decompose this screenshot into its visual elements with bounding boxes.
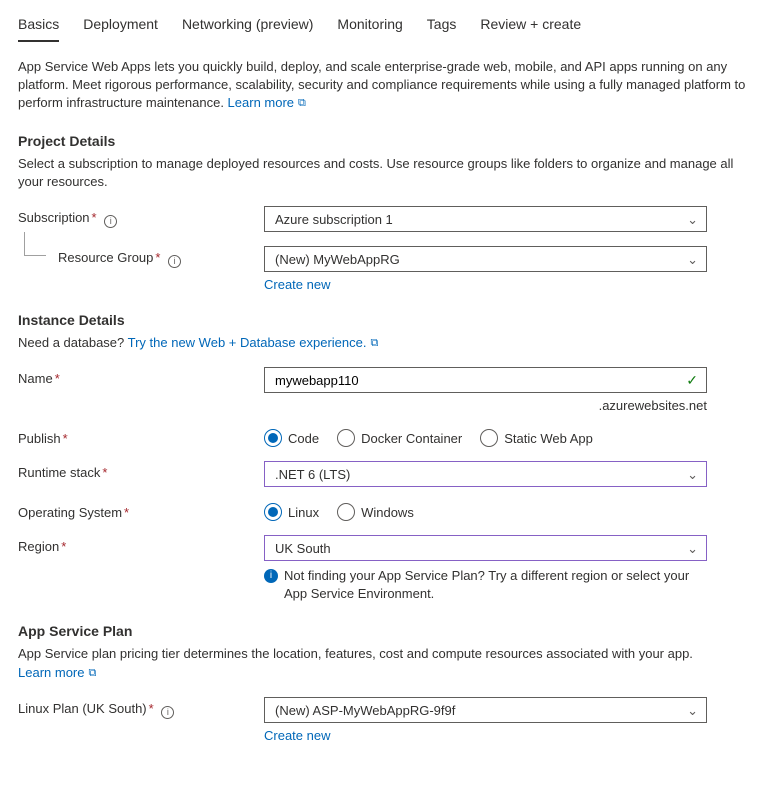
chevron-down-icon: ⌄ [687, 542, 698, 555]
region-select[interactable]: UK South ⌄ [264, 535, 707, 561]
subscription-label: Subscription* i [18, 206, 264, 226]
create-new-rg-link[interactable]: Create new [264, 277, 330, 292]
external-link-icon: ⧉ [298, 98, 306, 109]
external-link-icon: ⧉ [88, 668, 96, 679]
create-new-plan-link[interactable]: Create new [264, 728, 330, 743]
publish-label: Publish* [18, 427, 264, 446]
project-details-desc: Select a subscription to manage deployed… [18, 155, 754, 193]
tab-deployment[interactable]: Deployment [83, 10, 158, 42]
chevron-down-icon: ⌄ [687, 468, 698, 481]
chevron-down-icon: ⌄ [687, 704, 698, 717]
check-icon: ✓ [686, 372, 698, 389]
publish-static-radio[interactable]: Static Web App [480, 429, 593, 447]
tab-monitoring[interactable]: Monitoring [337, 10, 402, 42]
linux-plan-label: Linux Plan (UK South)* i [18, 697, 264, 717]
publish-code-radio[interactable]: Code [264, 429, 319, 447]
os-radio-group: Linux Windows [264, 501, 754, 521]
chevron-down-icon: ⌄ [687, 253, 698, 266]
runtime-label: Runtime stack* [18, 461, 264, 480]
resource-group-label: Resource Group* i [18, 246, 264, 266]
name-input[interactable] [275, 373, 686, 388]
linux-plan-select[interactable]: (New) ASP-MyWebAppRG-9f9f ⌄ [264, 697, 707, 723]
db-prompt: Need a database? Try the new Web + Datab… [18, 334, 754, 353]
os-windows-radio[interactable]: Windows [337, 503, 414, 521]
name-input-wrap: ✓ [264, 367, 707, 393]
project-details-heading: Project Details [18, 133, 754, 149]
info-icon[interactable]: i [104, 215, 117, 228]
region-label: Region* [18, 535, 264, 554]
tab-tags[interactable]: Tags [427, 10, 457, 42]
plan-learn-more-link[interactable]: Learn more⧉ [18, 665, 96, 680]
tab-review-create[interactable]: Review + create [480, 10, 581, 42]
app-service-plan-heading: App Service Plan [18, 623, 754, 639]
instance-details-heading: Instance Details [18, 312, 754, 328]
learn-more-link[interactable]: Learn more⧉ [228, 95, 306, 110]
tab-bar: Basics Deployment Networking (preview) M… [18, 10, 754, 44]
chevron-down-icon: ⌄ [687, 213, 698, 226]
tab-basics[interactable]: Basics [18, 10, 59, 42]
publish-radio-group: Code Docker Container Static Web App [264, 427, 754, 447]
db-experience-link[interactable]: Try the new Web + Database experience.⧉ [128, 335, 379, 350]
name-label: Name* [18, 367, 264, 386]
external-link-icon: ⧉ [370, 338, 378, 349]
intro-body: App Service Web Apps lets you quickly bu… [18, 59, 745, 110]
info-icon[interactable]: i [168, 255, 181, 268]
tree-indent-line [24, 232, 46, 256]
region-hint: i Not finding your App Service Plan? Try… [264, 567, 707, 603]
runtime-select[interactable]: .NET 6 (LTS) ⌄ [264, 461, 707, 487]
subscription-select[interactable]: Azure subscription 1 ⌄ [264, 206, 707, 232]
info-icon[interactable]: i [161, 706, 174, 719]
domain-suffix: .azurewebsites.net [264, 398, 707, 413]
intro-text: App Service Web Apps lets you quickly bu… [18, 58, 754, 113]
plan-desc: App Service plan pricing tier determines… [18, 645, 754, 683]
resource-group-select[interactable]: (New) MyWebAppRG ⌄ [264, 246, 707, 272]
tab-networking[interactable]: Networking (preview) [182, 10, 313, 42]
os-label: Operating System* [18, 501, 264, 520]
os-linux-radio[interactable]: Linux [264, 503, 319, 521]
info-solid-icon: i [264, 569, 278, 583]
publish-docker-radio[interactable]: Docker Container [337, 429, 462, 447]
